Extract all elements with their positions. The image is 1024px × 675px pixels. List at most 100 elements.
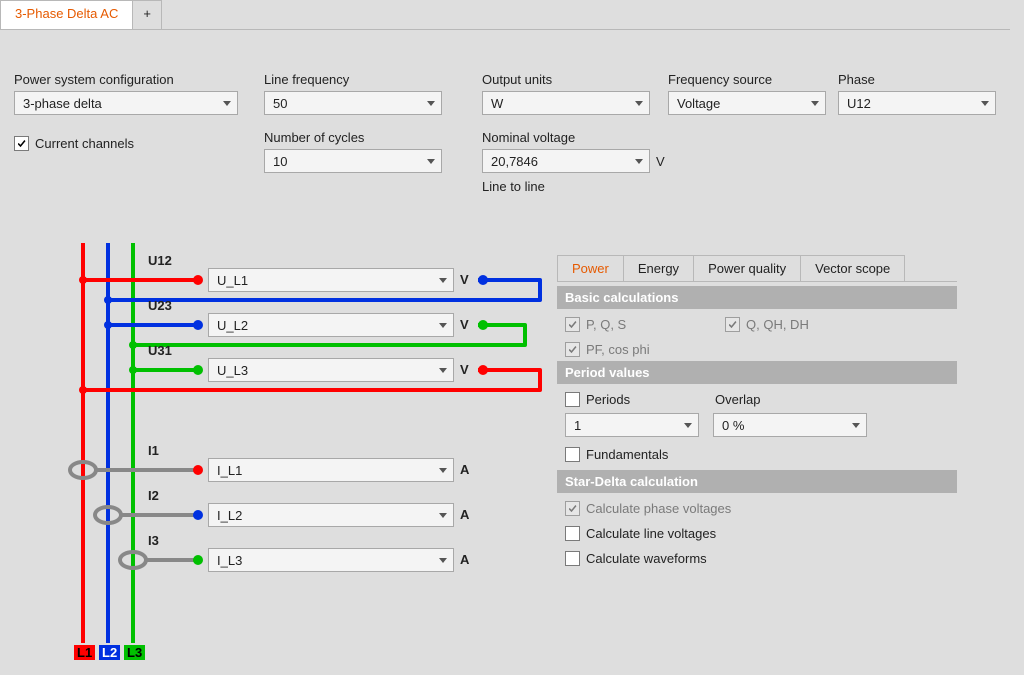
tab-add[interactable]: +: [132, 0, 162, 29]
frequency-source-label: Frequency source: [668, 72, 826, 87]
checkbox-icon: [565, 526, 580, 541]
i3-unit: A: [460, 552, 469, 567]
periods-select[interactable]: 1: [565, 413, 699, 437]
i1-label: I1: [148, 443, 159, 458]
nominal-voltage-value: 20,7846: [491, 154, 538, 169]
u12-channel-select[interactable]: U_L1: [208, 268, 454, 292]
period-values-header: Period values: [557, 361, 957, 384]
calc-line-label: Calculate line voltages: [586, 526, 716, 541]
subtab-energy-label: Energy: [638, 261, 679, 276]
right-panel: Power Energy Power quality Vector scope …: [557, 255, 957, 574]
overlap-select[interactable]: 0 %: [713, 413, 867, 437]
chevron-down-icon: [439, 368, 447, 373]
u31-channel-select[interactable]: U_L3: [208, 358, 454, 382]
subtab-vs-label: Vector scope: [815, 261, 890, 276]
periods-label: Periods: [586, 392, 630, 407]
subtabs: Power Energy Power quality Vector scope: [557, 255, 957, 282]
output-units-select[interactable]: W: [482, 91, 650, 115]
checkbox-icon: [565, 317, 580, 332]
u31-label: U31: [148, 343, 172, 358]
checkbox-icon: [565, 392, 580, 407]
chevron-down-icon: [223, 101, 231, 106]
phase-group: Phase U12: [838, 72, 996, 115]
chevron-down-icon: [684, 423, 692, 428]
subtab-power-label: Power: [572, 261, 609, 276]
chevron-down-icon: [852, 423, 860, 428]
fundamentals-checkbox[interactable]: Fundamentals: [565, 447, 949, 462]
u23-label: U23: [148, 298, 172, 313]
phase-value: U12: [847, 96, 871, 111]
nominal-voltage-sub: Line to line: [482, 179, 665, 194]
chevron-down-icon: [635, 159, 643, 164]
calc-wav-label: Calculate waveforms: [586, 551, 707, 566]
i1-channel-select[interactable]: I_L1: [208, 458, 454, 482]
i2-channel-select[interactable]: I_L2: [208, 503, 454, 527]
nominal-voltage-unit: V: [656, 154, 665, 169]
u23-channel-value: U_L2: [217, 318, 248, 333]
number-of-cycles-group: Number of cycles 10: [264, 130, 442, 173]
line-frequency-group: Line frequency 50: [264, 72, 442, 115]
calc-phase-checkbox: Calculate phase voltages: [565, 501, 949, 516]
line-frequency-select[interactable]: 50: [264, 91, 442, 115]
star-delta-header: Star-Delta calculation: [557, 470, 957, 493]
calc-wav-checkbox[interactable]: Calculate waveforms: [565, 551, 949, 566]
power-system-config-label: Power system configuration: [14, 72, 238, 87]
phase-select[interactable]: U12: [838, 91, 996, 115]
subtab-vector-scope[interactable]: Vector scope: [800, 255, 905, 281]
frequency-source-select[interactable]: Voltage: [668, 91, 826, 115]
chevron-down-icon: [635, 101, 643, 106]
subtab-energy[interactable]: Energy: [623, 255, 694, 281]
calc-line-checkbox[interactable]: Calculate line voltages: [565, 526, 949, 541]
i2-unit: A: [460, 507, 469, 522]
nominal-voltage-select[interactable]: 20,7846: [482, 149, 650, 173]
current-channels-label: Current channels: [35, 136, 134, 151]
calc-phase-label: Calculate phase voltages: [586, 501, 731, 516]
u31-channel-value: U_L3: [217, 363, 248, 378]
i3-channel-select[interactable]: I_L3: [208, 548, 454, 572]
power-system-config-value: 3-phase delta: [23, 96, 102, 111]
periods-value: 1: [574, 418, 581, 433]
i1-channel-value: I_L1: [217, 463, 242, 478]
line-frequency-value: 50: [273, 96, 287, 111]
power-system-config-group: Power system configuration 3-phase delta: [14, 72, 238, 115]
checkbox-icon: [565, 501, 580, 516]
u12-unit: V: [460, 272, 469, 287]
tab-main[interactable]: 3-Phase Delta AC: [0, 0, 133, 29]
chevron-down-icon: [439, 513, 447, 518]
overlap-value: 0 %: [722, 418, 744, 433]
chevron-down-icon: [981, 101, 989, 106]
legend-l3: L3: [124, 645, 145, 660]
chevron-down-icon: [427, 159, 435, 164]
subtab-power-quality[interactable]: Power quality: [693, 255, 801, 281]
chevron-down-icon: [439, 278, 447, 283]
nominal-voltage-group: Nominal voltage 20,7846 V Line to line: [482, 130, 665, 194]
i1-unit: A: [460, 462, 469, 477]
chevron-down-icon: [439, 558, 447, 563]
pfcos-checkbox: PF, cos phi: [565, 342, 725, 357]
periods-checkbox[interactable]: Periods: [565, 392, 715, 407]
frequency-source-value: Voltage: [677, 96, 720, 111]
i2-channel-value: I_L2: [217, 508, 242, 523]
legend-l2: L2: [99, 645, 120, 660]
frequency-source-group: Frequency source Voltage: [668, 72, 826, 115]
number-of-cycles-value: 10: [273, 154, 287, 169]
chevron-down-icon: [811, 101, 819, 106]
power-system-config-select[interactable]: 3-phase delta: [14, 91, 238, 115]
tabbar: 3-Phase Delta AC +: [0, 0, 1010, 30]
output-units-label: Output units: [482, 72, 650, 87]
basic-calc-header: Basic calculations: [557, 286, 957, 309]
number-of-cycles-select[interactable]: 10: [264, 149, 442, 173]
legend-l1: L1: [74, 645, 95, 660]
qqhdh-label: Q, QH, DH: [746, 317, 809, 332]
checkbox-icon: [565, 551, 580, 566]
qqhdh-checkbox: Q, QH, DH: [725, 317, 809, 332]
tab-main-label: 3-Phase Delta AC: [15, 6, 118, 21]
phase-label: Phase: [838, 72, 996, 87]
i2-label: I2: [148, 488, 159, 503]
current-channels-checkbox[interactable]: Current channels: [14, 136, 134, 151]
subtab-power[interactable]: Power: [557, 255, 624, 281]
tab-add-label: +: [143, 6, 151, 21]
u23-channel-select[interactable]: U_L2: [208, 313, 454, 337]
chevron-down-icon: [439, 323, 447, 328]
i3-label: I3: [148, 533, 159, 548]
